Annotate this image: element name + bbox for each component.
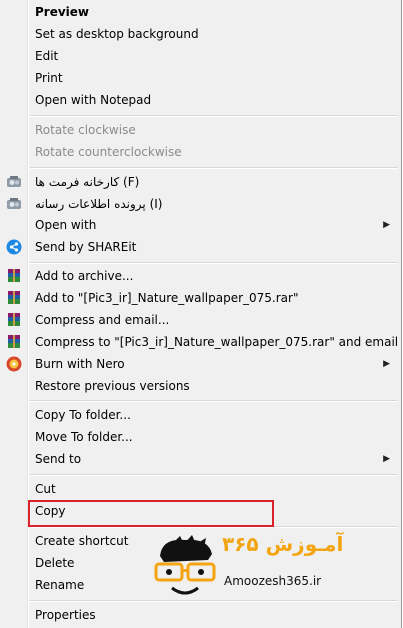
menu-item-format-factory[interactable]: کارخانه فرمت ها (F) [0,171,400,193]
menu-item-restore-previous-versions[interactable]: Restore previous versions [0,375,400,397]
submenu-arrow-icon: ▶ [383,454,390,464]
menu-item-open-with[interactable]: Open with ▶ [0,214,400,236]
watermark-brand-text: آمـوزش ۳۶۵ [222,532,344,556]
menu-separator [30,474,398,476]
menu-separator [30,115,398,117]
menu-item-compress-to-rar-and-email[interactable]: Compress to "[Pic3_ir]_Nature_wallpaper_… [0,331,400,353]
amoozesh365-watermark: آمـوزش ۳۶۵ Amoozesh365.ir [150,530,380,608]
menu-item-add-to-rar[interactable]: Add to "[Pic3_ir]_Nature_wallpaper_075.r… [0,287,400,309]
menu-item-set-desktop-background[interactable]: Set as desktop background [0,23,400,45]
copy-highlight-annotation [28,500,274,527]
menu-item-open-with-notepad[interactable]: Open with Notepad [0,89,400,111]
menu-separator [30,262,398,264]
menu-item-print[interactable]: Print [0,67,400,89]
winrar-icon [6,312,22,328]
nero-icon [6,356,22,372]
menu-item-send-by-shareit[interactable]: Send by SHAREit [0,236,400,258]
menu-separator [30,400,398,402]
format-factory-icon [6,174,22,190]
menu-item-preview[interactable]: Preview [0,1,400,23]
menu-item-edit[interactable]: Edit [0,45,400,67]
menu-item-cut[interactable]: Cut [0,478,400,500]
menu-item-copy-to-folder[interactable]: Copy To folder... [0,404,400,426]
menu-item-burn-with-nero[interactable]: Burn with Nero ▶ [0,353,400,375]
submenu-arrow-icon: ▶ [383,359,390,369]
menu-item-add-to-archive[interactable]: Add to archive... [0,265,400,287]
menu-item-rotate-counterclockwise: Rotate counterclockwise [35,145,182,159]
mascot-logo-icon [154,535,216,595]
menu-separator [30,167,398,169]
shareit-icon [6,239,22,255]
menu-item-move-to-folder[interactable]: Move To folder... [0,426,400,448]
winrar-icon [6,268,22,284]
submenu-arrow-icon: ▶ [383,220,390,230]
winrar-icon [6,290,22,306]
menu-item-send-to[interactable]: Send to ▶ [0,448,400,470]
menu-item-compress-and-email[interactable]: Compress and email... [0,309,400,331]
menu-item-media-info[interactable]: پرونده اطلاعات رسانه (I) [0,193,400,215]
menu-item-rotate-clockwise: Rotate clockwise [35,123,136,137]
media-info-icon [6,196,22,212]
winrar-icon [6,334,22,350]
watermark-site: Amoozesh365.ir [224,574,322,588]
